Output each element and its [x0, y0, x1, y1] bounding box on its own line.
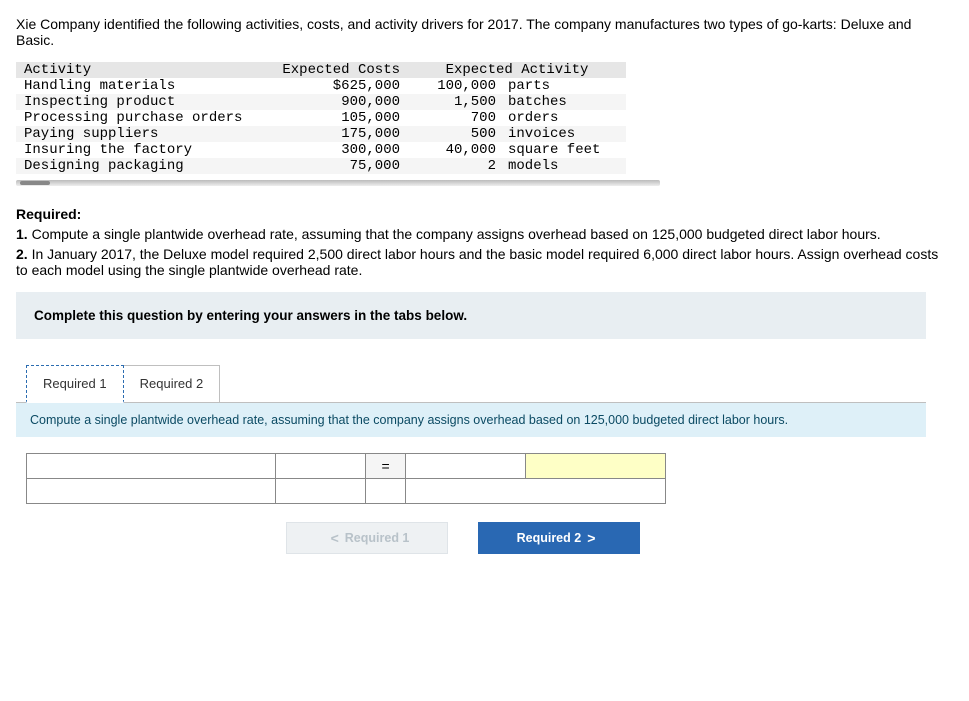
required-1-text: Compute a single plantwide overhead rate…	[28, 226, 881, 242]
prev-required-button[interactable]: < Required 1	[286, 522, 448, 554]
answer-input-r1c1[interactable]	[27, 455, 275, 477]
required-2-text: In January 2017, the Deluxe model requir…	[16, 246, 938, 278]
required-heading: Required:	[16, 206, 81, 222]
table-cell: 2	[408, 158, 504, 174]
equals-sign: =	[365, 454, 406, 479]
next-button-label: Required 2	[517, 531, 582, 545]
chevron-left-icon: <	[325, 530, 345, 546]
blank-cell	[365, 479, 406, 504]
table-cell: invoices	[504, 126, 626, 142]
answer-input-r2c2[interactable]	[276, 480, 365, 502]
table-cell: 105,000	[262, 110, 408, 126]
table-cell: 100,000	[408, 78, 504, 94]
tab-prompt-text: Compute a single plantwide overhead rate…	[16, 402, 926, 437]
table-cell: $625,000	[262, 78, 408, 94]
table-cell: orders	[504, 110, 626, 126]
table-cell: Paying suppliers	[16, 126, 262, 142]
instruction-banner: Complete this question by entering your …	[16, 292, 926, 339]
next-required-button[interactable]: Required 2 >	[478, 522, 640, 554]
tab-required-1[interactable]: Required 1	[26, 365, 124, 403]
table-cell: Handling materials	[16, 78, 262, 94]
col-header-activity-driver: Expected Activity	[408, 62, 626, 78]
answer-input-r1c4[interactable]	[526, 455, 665, 477]
answer-input-r1c3[interactable]	[406, 455, 525, 477]
col-header-activity: Activity	[16, 62, 262, 78]
table-cell: models	[504, 158, 626, 174]
table-cell: 500	[408, 126, 504, 142]
table-cell: Inspecting product	[16, 94, 262, 110]
table-cell: 300,000	[262, 142, 408, 158]
table-cell: 1,500	[408, 94, 504, 110]
activity-cost-table: Activity Expected Costs Expected Activit…	[16, 62, 626, 174]
table-cell: 175,000	[262, 126, 408, 142]
tab-bar: Required 1 Required 2	[26, 365, 926, 403]
table-cell: Processing purchase orders	[16, 110, 262, 126]
table-cell: 900,000	[262, 94, 408, 110]
required-1-number: 1.	[16, 226, 28, 242]
table-cell: parts	[504, 78, 626, 94]
problem-intro: Xie Company identified the following act…	[16, 16, 953, 48]
table-cell: square feet	[504, 142, 626, 158]
required-2-number: 2.	[16, 246, 28, 262]
table-cell: batches	[504, 94, 626, 110]
col-header-costs: Expected Costs	[262, 62, 408, 78]
table-cell: Insuring the factory	[16, 142, 262, 158]
chevron-right-icon: >	[581, 530, 601, 546]
horizontal-scrollbar[interactable]	[16, 180, 660, 186]
answer-input-r1c2[interactable]	[276, 455, 365, 477]
answer-grid: =	[26, 453, 666, 504]
table-cell: 700	[408, 110, 504, 126]
tab-required-2[interactable]: Required 2	[124, 365, 221, 403]
required-section: Required: 1. Compute a single plantwide …	[16, 206, 953, 278]
answer-input-r2c1[interactable]	[27, 480, 275, 502]
answer-input-r2c3[interactable]	[406, 480, 665, 502]
table-cell: 40,000	[408, 142, 504, 158]
table-cell: 75,000	[262, 158, 408, 174]
prev-button-label: Required 1	[345, 531, 410, 545]
table-cell: Designing packaging	[16, 158, 262, 174]
